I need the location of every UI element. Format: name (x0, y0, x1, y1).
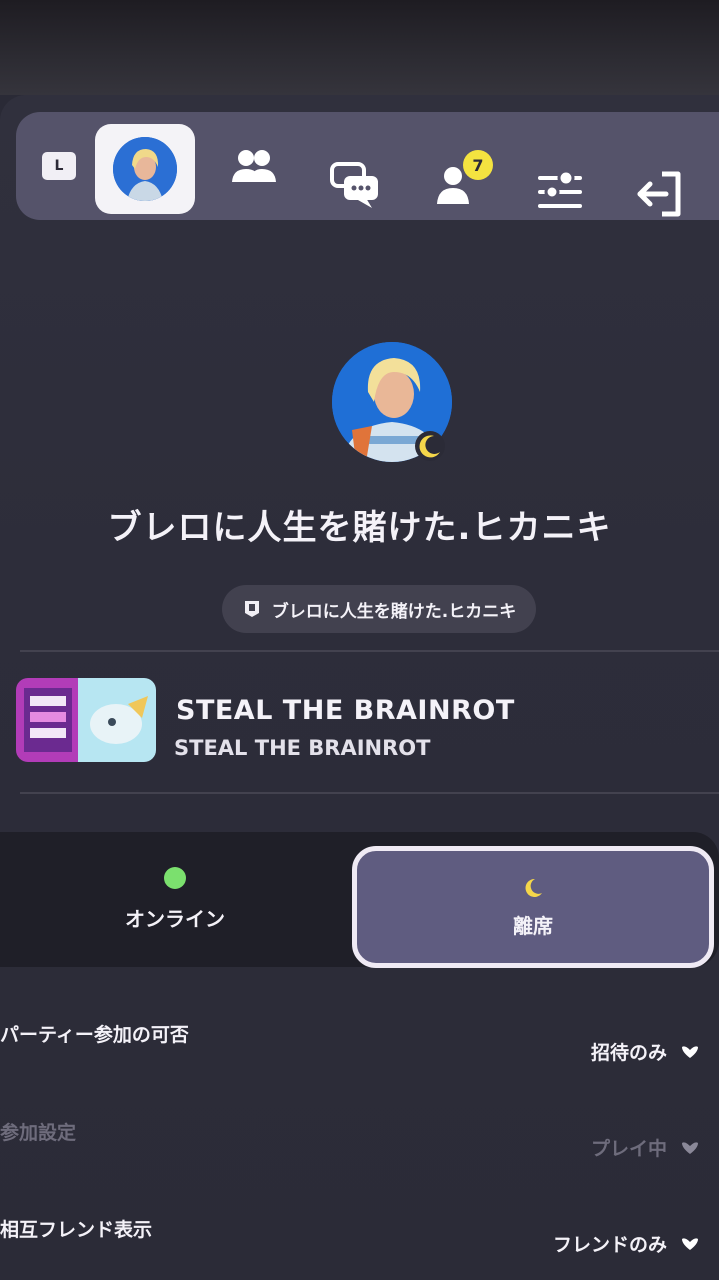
tab-profile[interactable] (95, 124, 195, 214)
epic-name: ブレロに人生を賭けた.ヒカニキ (271, 601, 517, 622)
epic-shield-icon (244, 601, 259, 617)
party-join-dropdown[interactable]: 招待のみ (591, 1038, 699, 1065)
mutual-friends-label: 相互フレンド表示 (0, 1219, 153, 1241)
status-away-label: 離席 (513, 913, 553, 938)
chevron-down-icon (682, 1237, 698, 1250)
social-topbar: L 7 (16, 112, 719, 220)
level-badge[interactable]: L (42, 152, 76, 180)
display-name: ブレロに人生を賭けた.ヒカニキ (107, 508, 612, 548)
chevron-down-icon (682, 1045, 698, 1058)
join-setting-dropdown[interactable]: プレイ中 (591, 1134, 699, 1161)
settings-icon (538, 169, 582, 208)
epic-name-pill[interactable]: ブレロに人生を賭けた.ヒカニキ (222, 585, 536, 633)
online-dot-icon (164, 867, 186, 889)
tab-friend-requests[interactable]: 7 (431, 150, 493, 212)
tab-settings[interactable] (532, 162, 588, 218)
mutual-friends-value: フレンドのみ (552, 1234, 667, 1256)
tab-exit[interactable] (632, 166, 688, 222)
game-subtitle: STEAL THE BRAINROT (174, 736, 431, 760)
game-title: STEAL THE BRAINROT (176, 695, 515, 726)
status-selector: オンライン 離席 (0, 832, 719, 968)
tab-friends[interactable] (226, 138, 282, 194)
tab-chat[interactable] (328, 158, 384, 214)
screen-bezel (0, 0, 719, 95)
party-join-value: 招待のみ (590, 1042, 667, 1064)
join-setting-label: 参加設定 (0, 1122, 77, 1144)
divider (20, 792, 719, 794)
mutual-friends-dropdown[interactable]: フレンドのみ (553, 1230, 699, 1257)
join-setting-value: プレイ中 (590, 1138, 667, 1160)
chevron-down-icon (682, 1141, 698, 1154)
party-join-label: パーティー参加の可否 (0, 1024, 189, 1046)
friends-icon (232, 150, 276, 182)
moon-icon (525, 878, 542, 897)
away-moon-icon (415, 431, 445, 461)
game-thumbnail[interactable] (16, 678, 156, 762)
avatar-icon (113, 137, 177, 201)
status-online-label: オンライン (125, 907, 225, 931)
status-away-button[interactable]: 離席 (352, 846, 714, 968)
status-online-button[interactable]: オンライン (0, 832, 350, 967)
notification-badge: 7 (463, 150, 493, 180)
exit-icon (637, 171, 681, 217)
chat-icon (330, 162, 378, 208)
divider (20, 650, 719, 652)
